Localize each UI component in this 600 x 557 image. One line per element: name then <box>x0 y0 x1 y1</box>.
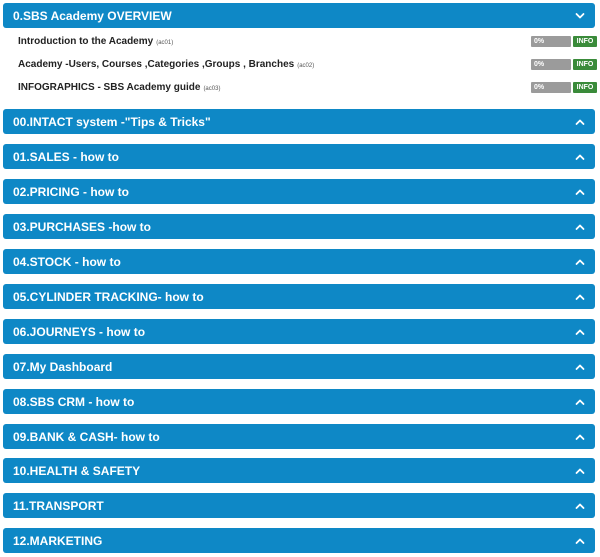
progress-bar: 0% <box>531 82 571 93</box>
chevron-up-icon[interactable] <box>574 116 586 128</box>
section-header[interactable]: 03.PURCHASES -how to <box>3 214 595 239</box>
chevron-up-icon[interactable] <box>574 396 586 408</box>
section-header[interactable]: 0.SBS Academy OVERVIEW <box>3 3 595 28</box>
section-title: 07.My Dashboard <box>13 359 113 374</box>
section-title: 05.CYLINDER TRACKING- how to <box>13 289 204 304</box>
section-title: 04.STOCK - how to <box>13 254 121 269</box>
course-code: (ac02) <box>297 63 315 69</box>
section-header[interactable]: 07.My Dashboard <box>3 354 595 379</box>
chevron-up-icon[interactable] <box>574 151 586 163</box>
progress-bar: 0% <box>531 59 571 70</box>
course-code: (ac01) <box>156 40 174 46</box>
chevron-up-icon[interactable] <box>574 256 586 268</box>
chevron-up-icon[interactable] <box>574 465 586 477</box>
course-row: Academy -Users, Courses ,Categories ,Gro… <box>3 53 597 76</box>
section-title: 03.PURCHASES -how to <box>13 219 152 234</box>
info-button[interactable]: INFO <box>573 82 597 93</box>
section-title: 00.INTACT system -"Tips & Tricks" <box>13 114 211 129</box>
section-header[interactable]: 06.JOURNEYS - how to <box>3 319 595 344</box>
info-button[interactable]: INFO <box>573 36 597 47</box>
chevron-up-icon[interactable] <box>574 291 586 303</box>
overview-course-list: Introduction to the Academy (ac01) 0% INFO A… <box>3 30 597 104</box>
course-link[interactable]: INFOGRAPHICS - SBS Academy guide (ac03) <box>18 82 220 93</box>
course-title: Academy -Users, Courses ,Categories ,Gro… <box>18 59 295 70</box>
section-header[interactable]: 04.STOCK - how to <box>3 249 595 274</box>
section-title: 0.SBS Academy OVERVIEW <box>13 8 172 23</box>
section-title: 10.HEALTH & SAFETY <box>13 463 141 478</box>
chevron-up-icon[interactable] <box>574 361 586 373</box>
course-code: (ac03) <box>203 86 221 92</box>
course-row: INFOGRAPHICS - SBS Academy guide (ac03) 0%… <box>3 76 597 99</box>
chevron-up-icon[interactable] <box>574 500 586 512</box>
section-header[interactable]: 11.TRANSPORT <box>3 493 595 518</box>
course-link[interactable]: Academy -Users, Courses ,Categories ,Gro… <box>18 59 314 70</box>
course-title: Introduction to the Academy <box>18 36 154 47</box>
section-title: 08.SBS CRM - how to <box>13 394 135 409</box>
chevron-down-icon[interactable] <box>574 10 586 22</box>
chevron-up-icon[interactable] <box>574 431 586 443</box>
section-header[interactable]: 05.CYLINDER TRACKING- how to <box>3 284 595 309</box>
section-title: 01.SALES - how to <box>13 149 120 164</box>
section-header[interactable]: 09.BANK & CASH- how to <box>3 424 595 449</box>
section-header[interactable]: 10.HEALTH & SAFETY <box>3 458 595 483</box>
section-header[interactable]: 00.INTACT system -"Tips & Tricks" <box>3 109 595 134</box>
section-title: 11.TRANSPORT <box>13 498 104 513</box>
progress-label: 0% <box>534 38 545 45</box>
info-button[interactable]: INFO <box>573 59 597 70</box>
progress-label: 0% <box>534 61 545 68</box>
chevron-up-icon[interactable] <box>574 326 586 338</box>
section-header[interactable]: 01.SALES - how to <box>3 144 595 169</box>
section-title: 12.MARKETING <box>13 533 103 548</box>
section-title: 02.PRICING - how to <box>13 184 130 199</box>
chevron-up-icon[interactable] <box>574 221 586 233</box>
chevron-up-icon[interactable] <box>574 186 586 198</box>
progress-label: 0% <box>534 84 545 91</box>
section-title: 06.JOURNEYS - how to <box>13 324 146 339</box>
course-catalog: 0.SBS Academy OVERVIEW 00.INTACT system -… <box>0 0 600 557</box>
chevron-up-icon[interactable] <box>574 535 586 547</box>
progress-bar: 0% <box>531 36 571 47</box>
section-header[interactable]: 12.MARKETING <box>3 528 595 553</box>
section-header[interactable]: 02.PRICING - how to <box>3 179 595 204</box>
course-link[interactable]: Introduction to the Academy (ac01) <box>18 36 173 47</box>
course-title: INFOGRAPHICS - SBS Academy guide <box>18 82 201 93</box>
section-title: 09.BANK & CASH- how to <box>13 429 160 444</box>
course-row: Introduction to the Academy (ac01) 0% INFO <box>3 30 597 53</box>
section-header[interactable]: 08.SBS CRM - how to <box>3 389 595 414</box>
